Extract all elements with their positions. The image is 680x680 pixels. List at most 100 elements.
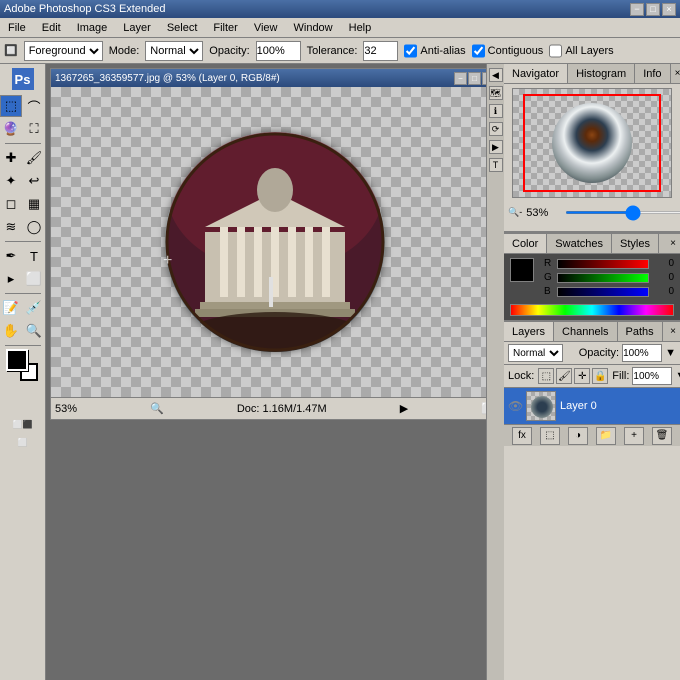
close-button[interactable]: × xyxy=(662,3,676,16)
doc-info-arrow[interactable]: ▶ xyxy=(400,402,408,415)
doc-minimize[interactable]: − xyxy=(454,72,467,85)
document-canvas[interactable]: + xyxy=(51,87,486,397)
tab-paths[interactable]: Paths xyxy=(618,322,663,341)
menu-view[interactable]: View xyxy=(250,20,282,36)
foreground-swatch[interactable] xyxy=(510,258,534,282)
layers-close[interactable]: × xyxy=(666,324,680,339)
document-titlebar: 1367265_36359577.jpg @ 53% (Layer 0, RGB… xyxy=(51,69,486,87)
layers-tab-bar: Layers Channels Paths × xyxy=(504,322,680,342)
brush-tool[interactable]: 🖌 xyxy=(23,147,45,169)
actions-icon[interactable]: ▶ xyxy=(489,140,503,154)
path-selection-tool[interactable]: ▸ xyxy=(0,268,22,290)
lock-position-btn[interactable]: ✛ xyxy=(574,368,590,384)
layer-row[interactable]: 👁 Layer 0 xyxy=(504,388,680,424)
fill-arrow[interactable]: ▼ xyxy=(675,370,680,382)
layer-style-btn[interactable]: fx xyxy=(512,427,532,445)
tool-preset-select[interactable]: Foreground xyxy=(24,41,103,61)
zoom-icon[interactable]: 🔍 xyxy=(150,402,164,415)
lock-all-btn[interactable]: 🔒 xyxy=(592,368,608,384)
color-close[interactable]: × xyxy=(666,236,680,251)
history-brush-tool[interactable]: ↩ xyxy=(23,170,45,192)
menu-help[interactable]: Help xyxy=(345,20,376,36)
hand-tool[interactable]: ✋ xyxy=(0,320,22,342)
lock-transparency-btn[interactable]: ⬚ xyxy=(538,368,554,384)
all-layers-checkbox[interactable] xyxy=(549,41,562,61)
anti-alias-checkbox[interactable] xyxy=(404,41,417,61)
tab-info[interactable]: Info xyxy=(635,64,670,83)
pen-tool[interactable]: ✒ xyxy=(0,245,22,267)
nav-view-box[interactable] xyxy=(523,94,661,192)
delete-layer-btn[interactable]: 🗑 xyxy=(652,427,672,445)
marquee-tool[interactable]: ⬚ xyxy=(0,95,22,117)
navigator-icon[interactable]: 🗺 xyxy=(489,86,503,100)
screen-mode-button[interactable]: ⬜ xyxy=(4,434,42,450)
foreground-color-swatch[interactable] xyxy=(6,349,28,371)
document-window: 1367265_36359577.jpg @ 53% (Layer 0, RGB… xyxy=(50,68,486,420)
menu-layer[interactable]: Layer xyxy=(119,20,155,36)
opacity-input[interactable] xyxy=(256,41,301,61)
type-icon[interactable]: T xyxy=(489,158,503,172)
minimize-button[interactable]: − xyxy=(630,3,644,16)
navigator-tab-bar: Navigator Histogram Info × xyxy=(504,64,680,84)
tab-color[interactable]: Color xyxy=(504,234,547,253)
zoom-slider[interactable] xyxy=(565,211,680,214)
notes-tool[interactable]: 📝 xyxy=(0,297,22,319)
eraser-tool[interactable]: ◻ xyxy=(0,193,22,215)
tab-layers[interactable]: Layers xyxy=(504,322,554,341)
blend-mode-select[interactable]: Normal xyxy=(508,344,563,362)
blur-tool[interactable]: ≋ xyxy=(0,216,22,238)
tab-styles[interactable]: Styles xyxy=(612,234,659,253)
layer-visibility-icon[interactable]: 👁 xyxy=(508,399,522,413)
lock-image-btn[interactable]: 🖌 xyxy=(556,368,572,384)
red-slider-row: R 0 xyxy=(544,258,674,269)
dodge-tool[interactable]: ◯ xyxy=(23,216,45,238)
sidebar-collapse-top[interactable]: ◀ xyxy=(489,68,503,82)
lasso-tool[interactable]: ⌒ xyxy=(23,95,45,117)
tolerance-input[interactable] xyxy=(363,41,398,61)
adjustment-layer-btn[interactable]: ◑ xyxy=(568,427,588,445)
fill-input[interactable] xyxy=(632,367,672,385)
tab-navigator[interactable]: Navigator xyxy=(504,64,568,83)
eyedropper-tool[interactable]: 💉 xyxy=(23,297,45,319)
shape-tool[interactable]: ⬜ xyxy=(23,268,45,290)
menu-image[interactable]: Image xyxy=(73,20,112,36)
toolbar-divider-4 xyxy=(5,345,41,346)
gradient-tool[interactable]: ▦ xyxy=(23,193,45,215)
zoom-out-icon[interactable]: 🔍- xyxy=(508,207,522,218)
mode-select[interactable]: Normal xyxy=(145,41,203,61)
tab-histogram[interactable]: Histogram xyxy=(568,64,635,83)
crop-tool[interactable]: ⛶ xyxy=(23,118,45,140)
quick-mask-button[interactable]: ⬜⬛ xyxy=(4,416,42,432)
clone-stamp-tool[interactable]: ✦ xyxy=(0,170,22,192)
doc-close[interactable]: × xyxy=(482,72,486,85)
app-title: Adobe Photoshop CS3 Extended xyxy=(4,3,165,15)
info-icon[interactable]: ℹ xyxy=(489,104,503,118)
menu-select[interactable]: Select xyxy=(163,20,202,36)
opacity-arrow[interactable]: ▼ xyxy=(665,347,676,359)
fill-label: Fill: xyxy=(612,370,629,382)
zoom-tool[interactable]: 🔍 xyxy=(23,320,45,342)
doc-maximize[interactable]: □ xyxy=(468,72,481,85)
tab-swatches[interactable]: Swatches xyxy=(547,234,612,253)
layer-group-btn[interactable]: 📁 xyxy=(596,427,616,445)
navigator-close[interactable]: × xyxy=(671,66,680,81)
contiguous-checkbox[interactable] xyxy=(472,41,485,61)
magic-wand-tool[interactable]: 🔮 xyxy=(0,118,22,140)
color-spectrum[interactable] xyxy=(510,304,674,316)
layer-mask-btn[interactable]: ⬚ xyxy=(540,427,560,445)
menu-window[interactable]: Window xyxy=(290,20,337,36)
type-tool[interactable]: T xyxy=(23,245,45,267)
layer-name[interactable]: Layer 0 xyxy=(560,400,597,412)
new-layer-btn[interactable]: + xyxy=(624,427,644,445)
healing-brush-tool[interactable]: ✚ xyxy=(0,147,22,169)
doc-info-menu[interactable]: ⬜ xyxy=(481,402,486,415)
menu-filter[interactable]: Filter xyxy=(209,20,241,36)
menu-edit[interactable]: Edit xyxy=(38,20,65,36)
tab-channels[interactable]: Channels xyxy=(554,322,617,341)
maximize-button[interactable]: □ xyxy=(646,3,660,16)
navigator-content: 🔍- 53% 🔍+ xyxy=(504,84,680,232)
history-icon[interactable]: ⟳ xyxy=(489,122,503,136)
menu-file[interactable]: File xyxy=(4,20,30,36)
red-slider-track xyxy=(557,259,649,269)
opacity-input[interactable] xyxy=(622,344,662,362)
